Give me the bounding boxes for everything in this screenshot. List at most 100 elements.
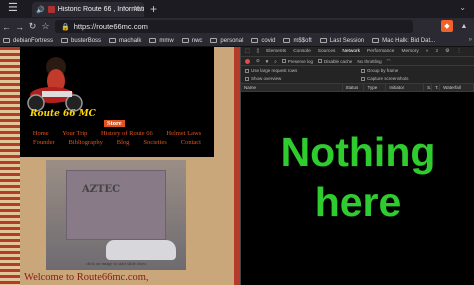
column-status[interactable]: Status [343, 83, 365, 92]
bookmark-folder[interactable]: personal [210, 38, 243, 44]
filter-icon[interactable]: ▼ [265, 59, 269, 64]
column-name[interactable]: Name [241, 83, 343, 92]
clear-icon[interactable]: ⊘ [256, 58, 260, 64]
folder-icon [3, 38, 10, 43]
network-options: Use large request rows Group by frame Sh… [241, 66, 474, 84]
nav-link-home[interactable]: Home [33, 130, 49, 137]
url-text: https://route66mc.com [73, 22, 148, 31]
nav-link-history[interactable]: History of Route 66 [101, 130, 153, 137]
bookmark-folder[interactable]: mmw [149, 38, 174, 44]
browser-tab[interactable]: 🔊 Historic Route 66 , Information ✕ [32, 2, 144, 17]
logo-text: Route 66 MC [30, 109, 96, 119]
nav-link-blog[interactable]: Blog [117, 139, 130, 146]
wifi-icon[interactable]: ◠ [387, 58, 391, 64]
column-time[interactable]: T... [432, 83, 441, 92]
inspect-icon[interactable]: ⬚ [245, 49, 250, 54]
navigation-bar: ← → ↻ ☆ 🔒 https://route66mc.com ◆ ▲ [0, 18, 474, 35]
empty-state-overlay: Nothing here [241, 127, 474, 227]
group-frame-checkbox[interactable]: Group by frame [361, 68, 398, 73]
bookmark-folder[interactable]: m$$oft [283, 38, 312, 44]
tab-memory[interactable]: Memory [401, 49, 418, 54]
large-rows-checkbox[interactable]: Use large request rows [245, 68, 297, 73]
disable-cache-checkbox[interactable]: Disable cache [318, 59, 352, 64]
nav-link-your-trip[interactable]: Your Trip [62, 130, 87, 137]
brave-shield-icon[interactable]: ◆ [441, 20, 453, 32]
tab-title: Historic Route 66 , Information [57, 6, 144, 13]
tab-performance[interactable]: Performance [367, 49, 394, 54]
building-graphic [66, 170, 166, 240]
bookmark-folder[interactable]: busterBoss [61, 38, 101, 44]
folder-icon [319, 38, 327, 43]
tab-strip: ☰ 🔊 Historic Route 66 , Information ✕ + … [0, 0, 474, 18]
bookmark-folder[interactable]: machalk [109, 38, 141, 44]
bookmark-folder[interactable]: nwc [181, 38, 202, 44]
forward-icon[interactable]: → [13, 22, 26, 32]
tab-list-icon[interactable]: ⌄ [459, 3, 466, 12]
welcome-heading: Welcome to Route66mc.com, [24, 272, 149, 283]
folder-icon [149, 38, 157, 43]
tab-network[interactable]: Network [342, 49, 360, 54]
devtools-panel: ⬚ ▯ Elements Console Sources Network Per… [240, 47, 474, 285]
column-type[interactable]: Type [364, 83, 387, 92]
bookmark-icon[interactable]: ☆ [39, 21, 52, 32]
search-icon[interactable]: ⌕ [274, 59, 277, 64]
folder-icon [251, 38, 259, 43]
site-favicon [47, 6, 55, 13]
bookmark-folder[interactable]: Last Session [319, 38, 364, 44]
device-toggle-icon[interactable]: ▯ [257, 49, 260, 54]
bookmark-folder[interactable]: Mac Halk: Bid Dat... [372, 38, 435, 44]
tab-sources[interactable]: Sources [318, 49, 336, 54]
site-header: Route 66 MC Store Home Your Trip History… [20, 47, 214, 157]
nav-link-bibliography[interactable]: Bibliography [69, 139, 103, 146]
network-toolbar: ⊘ ▼ ⌕ Preserve log Disable cache No thro… [241, 57, 474, 66]
throttling-select[interactable]: No throttling [357, 59, 381, 64]
record-icon[interactable] [245, 58, 250, 64]
address-bar[interactable]: 🔒 https://route66mc.com [55, 20, 413, 33]
tab-menu-icon[interactable]: ☰ [8, 1, 18, 14]
tab-console[interactable]: Console [293, 49, 311, 54]
decorative-border [0, 47, 20, 285]
devtools-tab-bar: ⬚ ▯ Elements Console Sources Network Per… [241, 47, 474, 57]
folder-icon [61, 38, 69, 43]
tab-close-icon[interactable]: ✕ [133, 4, 140, 13]
folder-icon [181, 38, 189, 43]
bookmarks-bar: debianFortress busterBoss machalk mmw nw… [0, 35, 474, 47]
nav-link-societies[interactable]: Societies [143, 139, 166, 146]
message-badge[interactable]: 2 [435, 49, 438, 54]
settings-icon[interactable]: ⚙ [445, 49, 449, 54]
web-page: Route 66 MC Store Home Your Trip History… [0, 47, 240, 285]
devtools-menu-icon[interactable]: ⋮ [456, 49, 461, 54]
column-initiator[interactable]: Initiator [386, 83, 425, 92]
building-sign: AZTEC [82, 184, 121, 195]
new-tab-button[interactable]: + [150, 2, 157, 16]
car-graphic [106, 240, 176, 260]
folder-icon [109, 38, 117, 43]
bookmark-folder[interactable]: covid [251, 38, 275, 44]
slideshow-image[interactable]: AZTEC [46, 160, 186, 270]
nav-link-founder[interactable]: Founder [33, 139, 55, 146]
more-tabs-icon[interactable]: » [426, 49, 429, 54]
lock-icon[interactable]: 🔒 [61, 23, 70, 31]
speaker-icon[interactable]: 🔊 [36, 6, 45, 14]
folder-icon [283, 38, 291, 43]
site-navigation: Home Your Trip History of Route 66 Helme… [20, 129, 214, 147]
preserve-log-checkbox[interactable]: Preserve log [281, 59, 313, 64]
overlay-line-2: here [314, 179, 402, 225]
image-caption: click on image to start slide show [86, 261, 147, 266]
column-size[interactable]: S... [424, 83, 433, 92]
column-waterfall[interactable]: Waterfall [440, 83, 474, 92]
back-icon[interactable]: ← [0, 22, 13, 32]
request-table-header: Name Status Type Initiator S... T... Wat… [241, 83, 474, 92]
tab-elements[interactable]: Elements [266, 49, 286, 54]
rewards-icon[interactable]: ▲ [458, 20, 470, 32]
overlay-line-1: Nothing [280, 129, 436, 175]
more-bookmarks-icon[interactable]: » [469, 37, 472, 43]
store-link[interactable]: Store [104, 120, 125, 127]
folder-icon [210, 38, 218, 43]
nav-link-helmet-laws[interactable]: Helmet Laws [166, 130, 201, 137]
show-overview-checkbox[interactable]: Show overview [245, 76, 281, 81]
reload-icon[interactable]: ↻ [26, 21, 39, 32]
bookmark-folder[interactable]: debianFortress [3, 38, 53, 44]
capture-screenshots-checkbox[interactable]: Capture screenshots [361, 76, 409, 81]
nav-link-contact[interactable]: Contact [181, 139, 201, 146]
